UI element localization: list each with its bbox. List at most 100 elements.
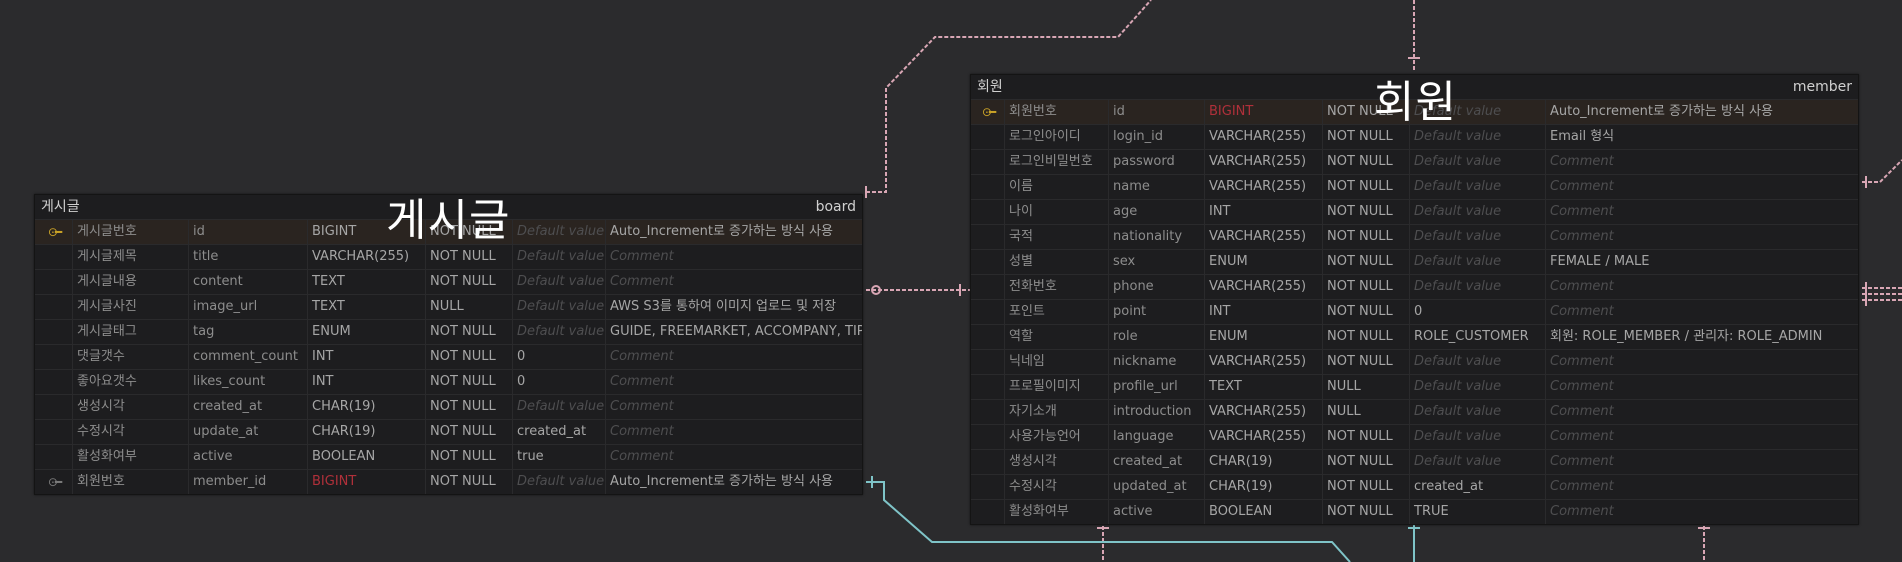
nullable-cell[interactable]: NOT NULL — [426, 345, 513, 369]
key-cell[interactable] — [971, 350, 1005, 374]
nullable-cell[interactable]: NOT NULL — [426, 370, 513, 394]
comment-cell[interactable]: Comment — [1546, 200, 1858, 224]
nullable-cell[interactable]: NOT NULL — [1323, 325, 1410, 349]
comment-cell[interactable]: Comment — [1546, 350, 1858, 374]
physical-name-cell[interactable]: created_at — [1109, 450, 1205, 474]
default-value-cell[interactable]: Default value — [1410, 350, 1546, 374]
logical-name-cell[interactable]: 포인트 — [1005, 300, 1109, 324]
table-row[interactable]: 수정시각 update_at CHAR(19) NOT NULL created_at C… — [35, 419, 862, 444]
table-row[interactable]: 국적 nationality VARCHAR(255) NOT NULL Default… — [971, 224, 1858, 249]
key-cell[interactable] — [971, 200, 1005, 224]
data-type-cell[interactable]: TEXT — [308, 295, 426, 319]
nullable-cell[interactable]: NOT NULL — [1323, 425, 1410, 449]
nullable-cell[interactable]: NOT NULL — [1323, 150, 1410, 174]
logical-name-cell[interactable]: 게시글번호 — [73, 220, 189, 244]
physical-name-cell[interactable]: member_id — [189, 470, 308, 494]
key-cell[interactable] — [971, 400, 1005, 424]
default-value-cell[interactable]: Default value — [1410, 175, 1546, 199]
key-cell[interactable] — [971, 450, 1005, 474]
default-value-cell[interactable]: Default value — [513, 395, 606, 419]
default-value-cell[interactable]: 0 — [513, 345, 606, 369]
key-cell[interactable] — [35, 445, 73, 469]
data-type-cell[interactable]: INT — [1205, 300, 1323, 324]
key-cell[interactable] — [35, 370, 73, 394]
physical-name-cell[interactable]: content — [189, 270, 308, 294]
nullable-cell[interactable]: NULL — [426, 295, 513, 319]
data-type-cell[interactable]: INT — [308, 370, 426, 394]
logical-name-cell[interactable]: 성별 — [1005, 250, 1109, 274]
default-value-cell[interactable]: Default value — [1410, 200, 1546, 224]
key-cell[interactable] — [35, 345, 73, 369]
physical-name-cell[interactable]: created_at — [189, 395, 308, 419]
comment-cell[interactable]: Comment — [606, 395, 862, 419]
key-cell[interactable] — [35, 320, 73, 344]
table-row[interactable]: 활성화여부 active BOOLEAN NOT NULL true Comment — [35, 444, 862, 469]
default-value-cell[interactable]: Default value — [1410, 375, 1546, 399]
table-row[interactable]: 댓글갯수 comment_count INT NOT NULL 0 Comment — [35, 344, 862, 369]
default-value-cell[interactable]: TRUE — [1410, 500, 1546, 524]
comment-cell[interactable]: Comment — [606, 245, 862, 269]
data-type-cell[interactable]: CHAR(19) — [1205, 475, 1323, 499]
logical-name-cell[interactable]: 활성화여부 — [73, 445, 189, 469]
key-cell[interactable] — [971, 475, 1005, 499]
key-cell[interactable]: ⊙━ — [35, 470, 73, 494]
data-type-cell[interactable]: VARCHAR(255) — [1205, 400, 1323, 424]
comment-cell[interactable]: AWS S3를 통하여 이미지 업로드 및 저장 — [606, 295, 862, 319]
physical-name-cell[interactable]: active — [1109, 500, 1205, 524]
comment-cell[interactable]: Auto_Increment로 증가하는 방식 사용 — [1546, 100, 1858, 124]
nullable-cell[interactable]: NOT NULL — [1323, 500, 1410, 524]
data-type-cell[interactable]: CHAR(19) — [1205, 450, 1323, 474]
data-type-cell[interactable]: VARCHAR(255) — [1205, 175, 1323, 199]
logical-name-cell[interactable]: 수정시각 — [73, 420, 189, 444]
table-row[interactable]: 닉네임 nickname VARCHAR(255) NOT NULL Default v… — [971, 349, 1858, 374]
default-value-cell[interactable]: Default value — [1410, 425, 1546, 449]
default-value-cell[interactable]: Default value — [513, 245, 606, 269]
logical-name-cell[interactable]: 사용가능언어 — [1005, 425, 1109, 449]
table-row[interactable]: 전화번호 phone VARCHAR(255) NOT NULL Default val… — [971, 274, 1858, 299]
nullable-cell[interactable]: NOT NULL — [1323, 450, 1410, 474]
physical-name-cell[interactable]: name — [1109, 175, 1205, 199]
nullable-cell[interactable]: NOT NULL — [426, 395, 513, 419]
table-row[interactable]: 사용가능언어 language VARCHAR(255) NOT NULL Defaul… — [971, 424, 1858, 449]
logical-name-cell[interactable]: 닉네임 — [1005, 350, 1109, 374]
comment-cell[interactable]: Comment — [1546, 500, 1858, 524]
comment-cell[interactable]: Comment — [606, 370, 862, 394]
nullable-cell[interactable]: NOT NULL — [1323, 350, 1410, 374]
default-value-cell[interactable]: Default value — [513, 470, 606, 494]
table-row[interactable]: 로그인비밀번호 password VARCHAR(255) NOT NULL Defau… — [971, 149, 1858, 174]
logical-name-cell[interactable]: 전화번호 — [1005, 275, 1109, 299]
comment-cell[interactable]: Comment — [606, 270, 862, 294]
physical-name-cell[interactable]: id — [1109, 100, 1205, 124]
default-value-cell[interactable]: true — [513, 445, 606, 469]
physical-name-cell[interactable]: sex — [1109, 250, 1205, 274]
table-row[interactable]: 역할 role ENUM NOT NULL ROLE_CUSTOMER 회원: ROLE_… — [971, 324, 1858, 349]
logical-name-cell[interactable]: 회원번호 — [1005, 100, 1109, 124]
comment-cell[interactable]: Email 형식 — [1546, 125, 1858, 149]
data-type-cell[interactable]: CHAR(19) — [308, 395, 426, 419]
comment-cell[interactable]: Comment — [1546, 475, 1858, 499]
data-type-cell[interactable]: VARCHAR(255) — [1205, 425, 1323, 449]
key-cell[interactable] — [35, 245, 73, 269]
default-value-cell[interactable]: Default value — [513, 220, 606, 244]
comment-cell[interactable]: Comment — [1546, 175, 1858, 199]
comment-cell[interactable]: Comment — [1546, 150, 1858, 174]
physical-name-cell[interactable]: introduction — [1109, 400, 1205, 424]
default-value-cell[interactable]: 0 — [513, 370, 606, 394]
nullable-cell[interactable]: NULL — [1323, 375, 1410, 399]
logical-name-cell[interactable]: 수정시각 — [1005, 475, 1109, 499]
physical-name-cell[interactable]: likes_count — [189, 370, 308, 394]
logical-name-cell[interactable]: 게시글사진 — [73, 295, 189, 319]
physical-name-cell[interactable]: comment_count — [189, 345, 308, 369]
nullable-cell[interactable]: NOT NULL — [426, 445, 513, 469]
data-type-cell[interactable]: ENUM — [1205, 325, 1323, 349]
physical-name-cell[interactable]: active — [189, 445, 308, 469]
nullable-cell[interactable]: NULL — [1323, 400, 1410, 424]
physical-name-cell[interactable]: image_url — [189, 295, 308, 319]
key-cell[interactable] — [971, 425, 1005, 449]
data-type-cell[interactable]: TEXT — [1205, 375, 1323, 399]
table-row[interactable]: 게시글태그 tag ENUM NOT NULL Default value GUIDE, … — [35, 319, 862, 344]
logical-name-cell[interactable]: 댓글갯수 — [73, 345, 189, 369]
comment-cell[interactable]: FEMALE / MALE — [1546, 250, 1858, 274]
comment-cell[interactable]: Comment — [1546, 225, 1858, 249]
data-type-cell[interactable]: INT — [308, 345, 426, 369]
